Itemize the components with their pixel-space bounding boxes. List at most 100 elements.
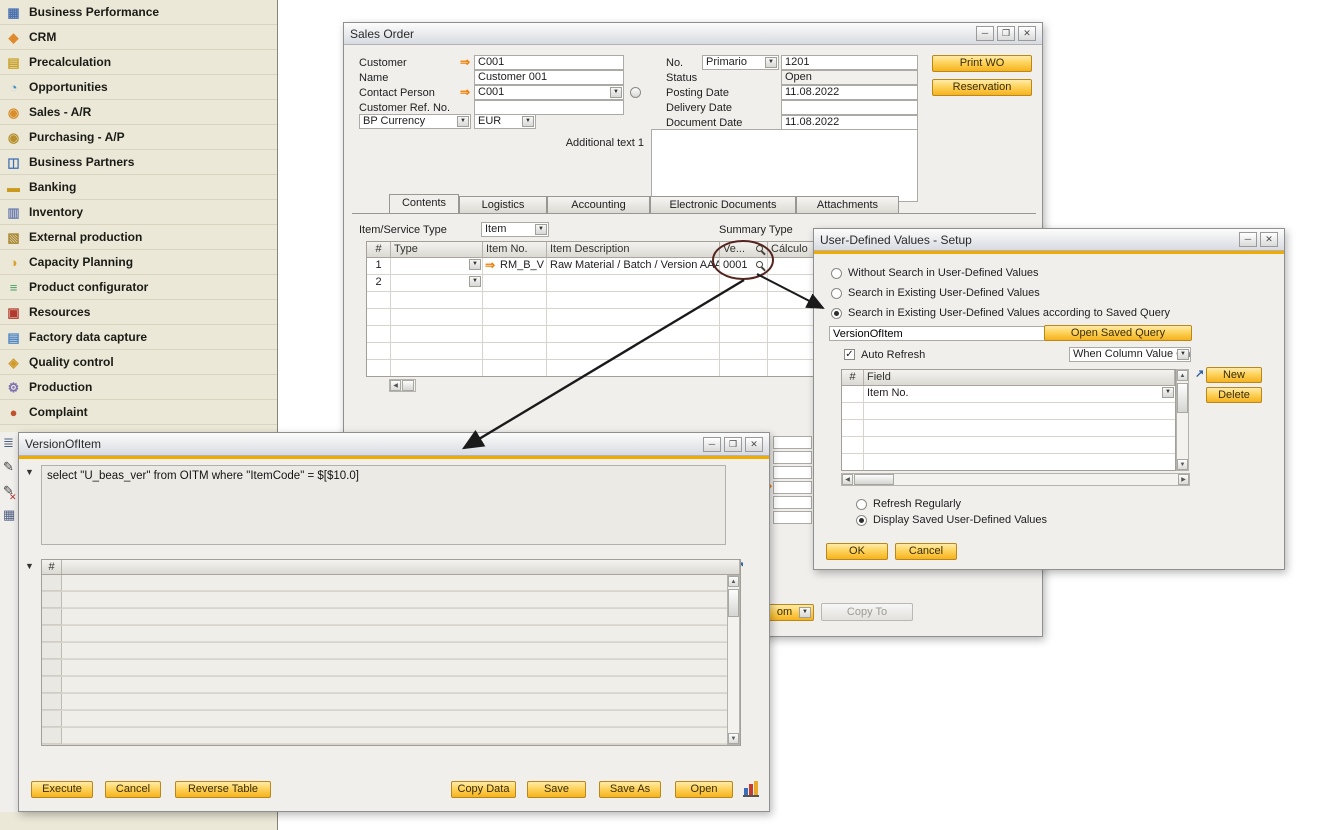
results-row[interactable] bbox=[42, 694, 740, 711]
item-no-cell[interactable]: RM_B_V bbox=[483, 258, 547, 274]
sidebar-item-quality-control[interactable]: ◈Quality control bbox=[0, 350, 277, 375]
sales-order-titlebar[interactable]: Sales Order bbox=[344, 23, 1042, 45]
sidebar-item-complaint[interactable]: ●Complaint bbox=[0, 400, 277, 425]
udv-dialog-titlebar[interactable]: User-Defined Values - Setup bbox=[814, 229, 1284, 251]
copy-to-button[interactable]: Copy To bbox=[821, 603, 913, 621]
sql-editor[interactable]: select "U_beas_ver" from OITM where "Ite… bbox=[41, 465, 726, 545]
delivery-date-field[interactable] bbox=[781, 100, 918, 115]
cancel-button[interactable]: Cancel bbox=[895, 543, 957, 560]
search-saved-query-radio[interactable] bbox=[831, 308, 842, 319]
refresh-trigger-combo[interactable]: When Column Value Cha bbox=[1069, 347, 1191, 362]
udv-row-empty[interactable] bbox=[842, 437, 1175, 454]
udv-row-empty[interactable] bbox=[842, 420, 1175, 437]
scroll-down-icon[interactable] bbox=[1177, 459, 1188, 470]
chevron-down-icon[interactable] bbox=[535, 224, 547, 235]
maximize-button[interactable] bbox=[997, 26, 1015, 41]
name-field[interactable]: Customer 001 bbox=[474, 70, 624, 85]
copy-data-button[interactable]: Copy Data bbox=[451, 781, 516, 798]
udv-vscrollbar[interactable] bbox=[1176, 369, 1189, 471]
minimize-button[interactable] bbox=[976, 26, 994, 41]
totals-field[interactable] bbox=[773, 481, 812, 494]
chevron-down-icon[interactable] bbox=[799, 607, 811, 618]
refresh-regularly-radio[interactable] bbox=[856, 499, 867, 510]
sidebar-item-resources[interactable]: ▣Resources bbox=[0, 300, 277, 325]
copy-from-button-fragment[interactable]: om bbox=[767, 604, 814, 621]
customer-field[interactable]: C001 bbox=[474, 55, 624, 70]
results-row[interactable] bbox=[42, 626, 740, 643]
tab-accounting[interactable]: Accounting bbox=[547, 196, 650, 213]
link-arrow-icon[interactable] bbox=[460, 86, 470, 99]
sidebar-item-inventory[interactable]: ▥Inventory bbox=[0, 200, 277, 225]
save-as-button[interactable]: Save As bbox=[599, 781, 661, 798]
close-button[interactable] bbox=[745, 437, 763, 452]
sidebar-item-precalculation[interactable]: ▤Precalculation bbox=[0, 50, 277, 75]
sidebar-item-opportunities[interactable]: ◔Opportunities bbox=[0, 75, 277, 100]
clear-pencil-icon[interactable]: ✎✕ bbox=[3, 484, 14, 498]
print-wo-button[interactable]: Print WO bbox=[932, 55, 1032, 72]
chevron-down-icon[interactable] bbox=[469, 276, 481, 287]
save-button[interactable]: Save bbox=[527, 781, 586, 798]
sidebar-item-external-production[interactable]: ▧External production bbox=[0, 225, 277, 250]
field-cell[interactable]: Item No. bbox=[864, 386, 1175, 402]
search-icon[interactable] bbox=[756, 245, 763, 252]
minimize-button[interactable] bbox=[1239, 232, 1257, 247]
chevron-down-icon[interactable] bbox=[610, 87, 622, 98]
list-icon[interactable]: ≣ bbox=[3, 436, 14, 450]
results-row[interactable] bbox=[42, 643, 740, 660]
item-service-type-combo[interactable]: Item bbox=[481, 222, 549, 237]
sidebar-item-production[interactable]: ⚙Production bbox=[0, 375, 277, 400]
results-row[interactable] bbox=[42, 677, 740, 694]
ok-button[interactable]: OK bbox=[826, 543, 888, 560]
scroll-down-icon[interactable] bbox=[728, 733, 739, 744]
document-date-field[interactable]: 11.08.2022 bbox=[781, 115, 918, 130]
bp-currency-combo[interactable]: BP Currency bbox=[359, 114, 471, 129]
item-no-cell[interactable] bbox=[483, 275, 547, 291]
delete-button[interactable]: Delete bbox=[1206, 387, 1262, 403]
sidebar-item-product-configurator[interactable]: ≡Product configurator bbox=[0, 275, 277, 300]
grid-hscrollbar[interactable] bbox=[389, 379, 416, 392]
new-button[interactable]: New bbox=[1206, 367, 1262, 383]
udv-hscrollbar[interactable] bbox=[841, 473, 1190, 486]
totals-field[interactable] bbox=[773, 436, 812, 449]
close-button[interactable] bbox=[1260, 232, 1278, 247]
scroll-up-icon[interactable] bbox=[1177, 370, 1188, 381]
tab-logistics[interactable]: Logistics bbox=[459, 196, 547, 213]
series-combo[interactable]: Primario bbox=[702, 55, 779, 70]
results-row[interactable] bbox=[42, 711, 740, 728]
scroll-thumb[interactable] bbox=[854, 474, 894, 485]
query-window-titlebar[interactable]: VersionOfItem bbox=[19, 433, 769, 456]
without-search-radio[interactable] bbox=[831, 268, 842, 279]
col-header-description[interactable]: Item Description bbox=[547, 242, 720, 257]
cancel-button[interactable]: Cancel bbox=[105, 781, 161, 798]
chevron-down-icon[interactable] bbox=[522, 116, 534, 127]
maximize-button[interactable] bbox=[724, 437, 742, 452]
chevron-down-icon[interactable] bbox=[1177, 349, 1189, 360]
search-icon[interactable] bbox=[756, 261, 763, 268]
execute-button[interactable]: Execute bbox=[31, 781, 93, 798]
posting-date-field[interactable]: 11.08.2022 bbox=[781, 85, 918, 100]
type-cell[interactable] bbox=[391, 275, 483, 291]
tab-contents[interactable]: Contents bbox=[389, 194, 459, 213]
minimize-button[interactable] bbox=[703, 437, 721, 452]
open-saved-query-button[interactable]: Open Saved Query bbox=[1044, 325, 1192, 341]
totals-field[interactable] bbox=[773, 511, 812, 524]
doc-number-field[interactable]: 1201 bbox=[781, 55, 918, 70]
results-row[interactable] bbox=[42, 575, 740, 592]
totals-field[interactable] bbox=[773, 496, 812, 509]
results-row[interactable] bbox=[42, 728, 740, 745]
scroll-left-icon[interactable] bbox=[390, 380, 401, 391]
chevron-down-icon[interactable] bbox=[1162, 387, 1174, 398]
scroll-up-icon[interactable] bbox=[728, 576, 739, 587]
results-row[interactable] bbox=[42, 609, 740, 626]
udv-row-empty[interactable] bbox=[842, 403, 1175, 420]
results-row[interactable] bbox=[42, 592, 740, 609]
link-arrow-icon[interactable] bbox=[460, 56, 470, 69]
currency-combo[interactable]: EUR bbox=[474, 114, 536, 129]
sidebar-item-purchasing-ap[interactable]: ◉Purchasing - A/P bbox=[0, 125, 277, 150]
tab-electronic-documents[interactable]: Electronic Documents bbox=[650, 196, 796, 213]
expand-grid-icon[interactable] bbox=[1195, 367, 1204, 380]
chevron-down-icon[interactable] bbox=[765, 57, 777, 68]
results-row[interactable] bbox=[42, 660, 740, 677]
chart-icon[interactable] bbox=[743, 781, 759, 797]
link-arrow-icon[interactable] bbox=[485, 259, 495, 272]
